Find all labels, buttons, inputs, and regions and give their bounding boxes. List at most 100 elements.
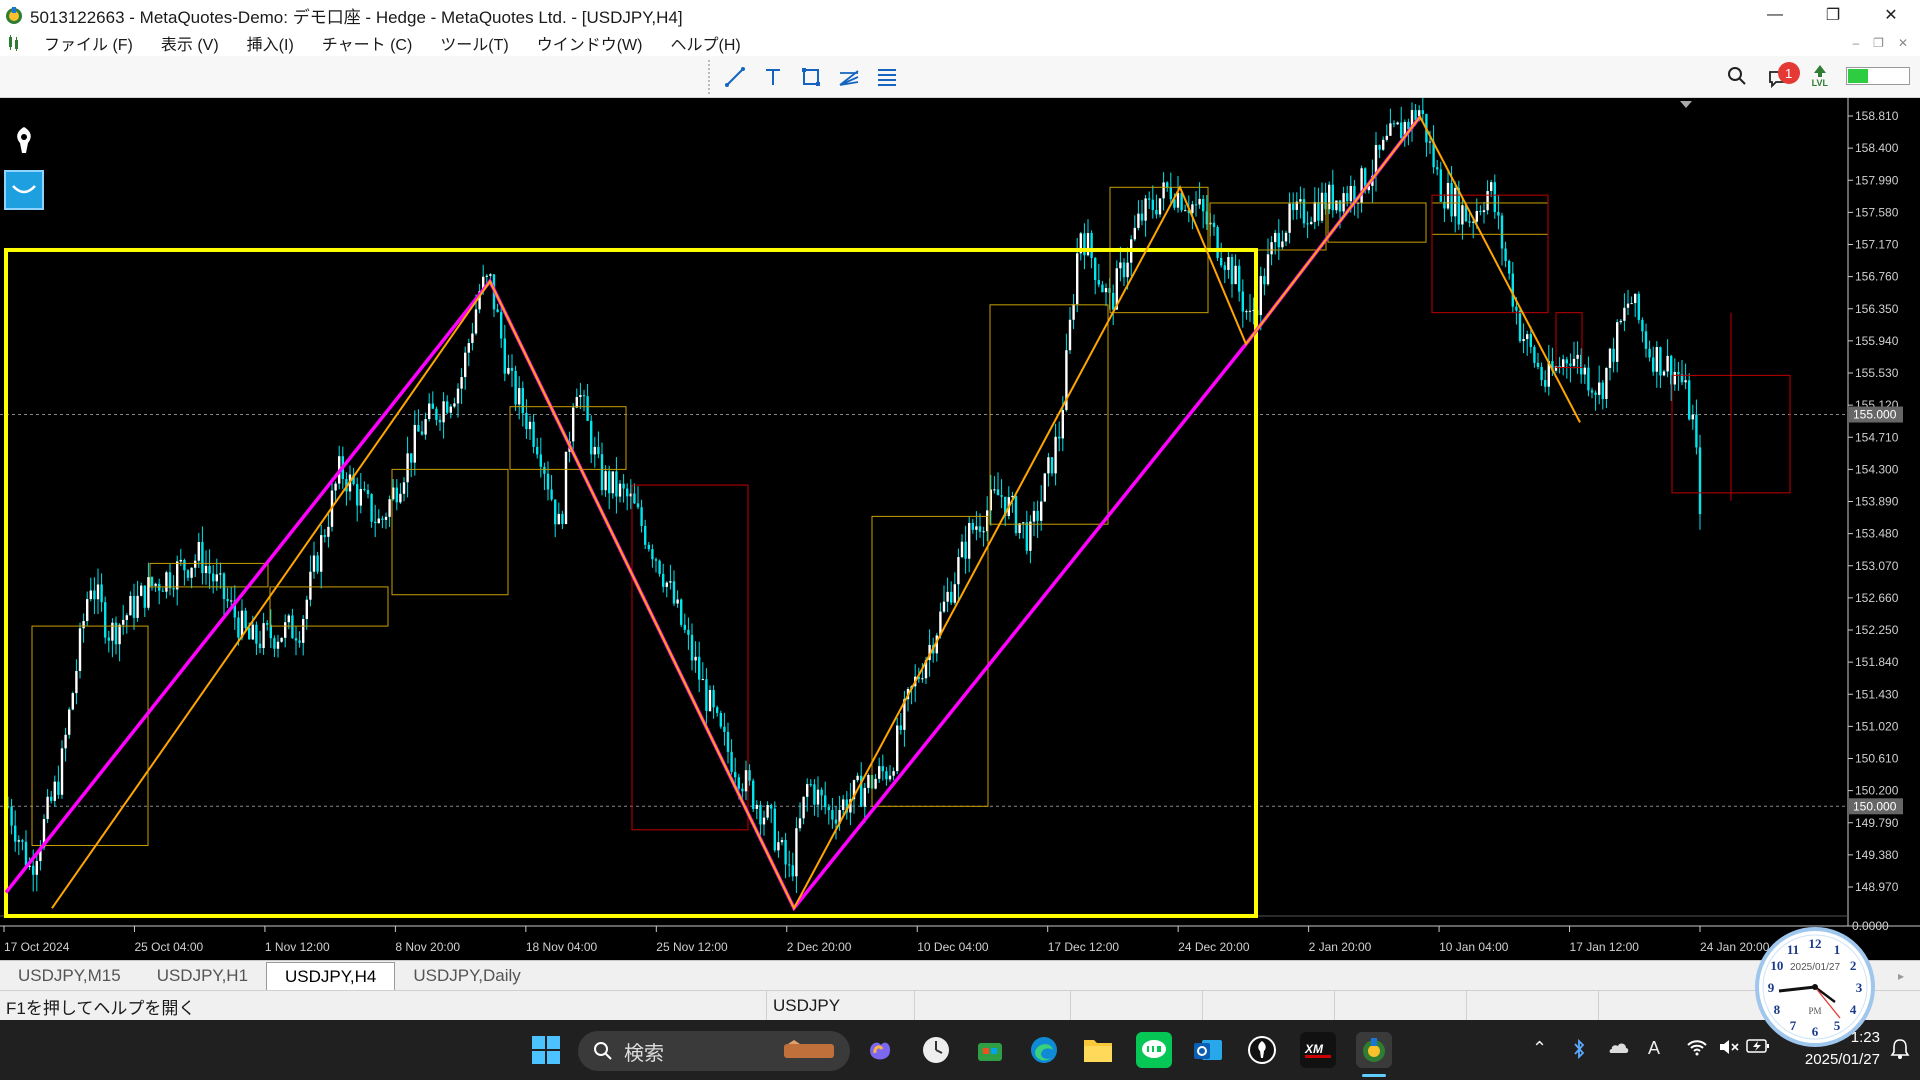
candle-body [1072,304,1075,320]
bluetooth-icon[interactable] [1572,1038,1586,1060]
candle-body [654,559,658,561]
candle-body [791,865,794,877]
candle-body [1349,186,1352,202]
onedrive-icon[interactable] [1606,1038,1630,1056]
candle-body [1068,319,1072,351]
candle-body [1529,334,1532,347]
tab-usdjpy-h4[interactable]: USDJPY,H4 [266,962,396,990]
tab-usdjpy-m15[interactable]: USDJPY,M15 [0,962,139,990]
candle-body [140,585,143,596]
candle-body [1144,198,1147,221]
menu-window[interactable]: ウインドウ(W) [523,31,657,55]
store-icon[interactable] [972,1032,1008,1068]
menu-help[interactable]: ヘルプ(H) [656,31,754,55]
copilot-icon[interactable] [862,1032,898,1068]
windows-start-icon[interactable] [528,1032,564,1068]
candle-body [428,403,431,420]
menu-chart[interactable]: チャート (C) [308,31,427,55]
candle-body [460,377,463,389]
clock-number: 12 [1809,936,1822,951]
tabs-scroll-icon[interactable]: ▸ [1898,969,1904,983]
close-button[interactable]: ✕ [1862,0,1920,30]
candle-body [600,454,604,491]
fibonacci-levels-icon[interactable] [872,62,902,92]
candle-body [1536,362,1540,368]
chart-window-icon[interactable] [6,33,26,53]
minimize-button[interactable]: — [1746,0,1804,30]
candle-body [1504,248,1507,261]
candle-body [1331,184,1334,211]
trendline-icon[interactable] [720,62,750,92]
candle-body [1576,354,1579,359]
candle-body [604,471,607,491]
candle-body [179,559,182,562]
tray-overflow-icon[interactable]: ⌃ [1532,1038,1547,1059]
search-icon[interactable] [1726,65,1748,87]
rectangle-tool-icon[interactable] [796,62,826,92]
price-chart[interactable]: 158.810 158.400 157.990 157.580 157.170 156.7… [0,98,1920,960]
candle-body [806,784,809,797]
wifi-icon[interactable] [1686,1038,1708,1056]
chart-minimize-button[interactable]: – [1852,36,1859,50]
candle-body [636,503,640,508]
tab-usdjpy-daily[interactable]: USDJPY,Daily [395,962,538,990]
fibonacci-fan-icon[interactable] [834,62,864,92]
restore-button[interactable]: ❐ [1804,0,1862,30]
price-tick-label: 158.810 [1855,109,1899,123]
speaker-muted-icon[interactable] [1718,1038,1740,1056]
candle-body [1630,303,1633,305]
windows-taskbar: 検索 XM ⌃ A 1:23 2025/01/27 [0,1020,1920,1080]
chart-tabs: USDJPY,M15 USDJPY,H1 USDJPY,H4 USDJPY,Da… [0,960,1920,990]
candle-body [86,599,89,622]
xm-trading-icon[interactable]: XM [1300,1032,1336,1068]
candle-body [658,560,661,574]
candle-body [1616,322,1619,362]
text-tool-icon[interactable] [758,62,788,92]
pen-tool-icon[interactable] [6,122,42,158]
edge-browser-icon[interactable] [1026,1032,1062,1068]
candle-body [1259,276,1262,316]
chart-close-button[interactable]: ✕ [1898,36,1908,50]
file-explorer-icon[interactable] [1080,1032,1116,1068]
time-tick-label: 17 Oct 2024 [4,940,70,954]
pen-app-icon[interactable] [1244,1032,1280,1068]
analog-clock-widget[interactable]: 1234567891011 12 2025/01/27 PM [1754,926,1876,1048]
tab-usdjpy-h1[interactable]: USDJPY,H1 [139,962,266,990]
menu-file[interactable]: ファイル (F) [30,31,147,55]
candle-body [172,588,175,590]
time-tick-label: 17 Jan 12:00 [1570,940,1640,954]
metatrader-taskbar-icon[interactable] [1356,1032,1392,1068]
clock-number: 5 [1834,1018,1841,1033]
status-cell [1466,991,1598,1021]
candle-body [798,818,802,829]
signal-level-icon[interactable]: LVL [1812,64,1828,88]
chart-canvas[interactable]: 158.810 158.400 157.990 157.580 157.170 156.7… [0,98,1920,960]
chart-expert-smile-icon[interactable] [4,170,44,210]
candle-body [1382,139,1385,150]
candle-body [287,615,290,623]
candle-body [1036,510,1039,521]
line-app-icon[interactable] [1136,1032,1172,1068]
candle-body [1025,522,1028,551]
level-label: LVL [1811,78,1828,88]
clock-app-icon[interactable] [918,1032,954,1068]
candle-body [1544,380,1547,387]
ime-indicator-icon[interactable]: A [1648,1038,1660,1059]
notifications-button[interactable]: 1 [1766,62,1800,90]
candle-body [118,624,121,645]
candle-body [748,770,751,781]
chart-restore-button[interactable]: ❐ [1873,36,1884,50]
price-tick-label: 151.020 [1855,719,1899,733]
candle-body [1583,367,1586,375]
price-line-label: 155.000 [1853,408,1897,422]
menu-view[interactable]: 表示 (V) [147,31,233,55]
menu-tools[interactable]: ツール(T) [426,31,522,55]
candle-body [593,446,596,455]
candle-body [258,643,262,649]
candle-body [1587,367,1590,391]
candle-body [1104,288,1108,293]
menu-insert[interactable]: 挿入(I) [233,31,308,55]
outlook-icon[interactable] [1190,1032,1226,1068]
taskbar-search[interactable]: 検索 [578,1031,850,1071]
notification-center-icon[interactable] [1890,1038,1910,1060]
